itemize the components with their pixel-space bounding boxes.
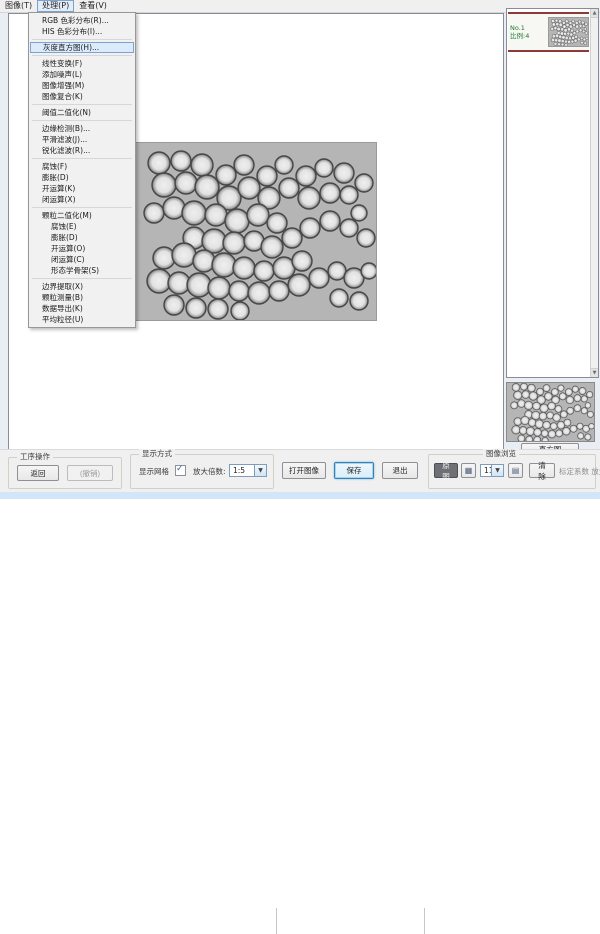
process-menu-dropdown: RGB 色彩分布(R)...HIS 色彩分布(I)... 灰度直方图(H)... 线…	[28, 12, 136, 328]
scroll-up-icon[interactable]: ▲	[591, 9, 598, 18]
menu-item-7[interactable]: 图像增强(M)	[29, 80, 135, 91]
grid-view-button[interactable]: ▦	[461, 463, 476, 478]
chevron-down-icon[interactable]: ▼	[254, 465, 266, 476]
toolbar-divider	[276, 908, 277, 934]
menu-separator	[32, 158, 132, 159]
chevron-down-icon[interactable]: ▼	[491, 465, 503, 476]
particle-image-svg	[134, 143, 376, 320]
preview-thumbnail[interactable]	[506, 382, 595, 442]
browse-groupbox: 图像浏览 原图 ▦ 11 ▼ ▤ 清除 标定系数 放大 缩小 适中	[428, 454, 596, 489]
menu-item-19[interactable]: 闭运算(X)	[29, 194, 135, 205]
browse-group-label: 图像浏览	[483, 449, 519, 459]
thumbnail-item-image	[548, 17, 589, 47]
image-view-button[interactable]: ▤	[508, 463, 523, 478]
menu-item-3[interactable]: 灰度直方图(H)...	[30, 42, 134, 53]
back-button[interactable]: 返回	[17, 465, 59, 481]
menu-separator	[32, 207, 132, 208]
menu-process[interactable]: 处理(P)	[37, 0, 74, 12]
thumbnail-item-caption: No.1 比例:4	[508, 24, 548, 40]
zoom-value: 1:5	[233, 466, 245, 475]
thumbnail-list-item-selected[interactable]: No.1 比例:4	[508, 12, 589, 52]
menu-item-12[interactable]: 边缘检测(B)...	[29, 123, 135, 134]
grid-checkbox-label: 显示网格	[139, 466, 169, 477]
menu-item-18[interactable]: 开运算(K)	[29, 183, 135, 194]
microscopy-image	[133, 142, 377, 321]
menu-separator	[32, 39, 132, 40]
menu-item-10[interactable]: 阈值二值化(N)	[29, 107, 135, 118]
thumbnail-list: No.1 比例:4 ▲ ▼	[506, 8, 599, 378]
menu-separator	[32, 55, 132, 56]
browse-tags: 标定系数 放大 缩小 适中	[559, 466, 600, 477]
menu-item-31[interactable]: 平均粒径(U)	[29, 314, 135, 325]
menu-item-30[interactable]: 数据导出(K)	[29, 303, 135, 314]
display-groupbox: 显示方式 显示网格 放大倍数: 1:5 ▼	[130, 454, 274, 489]
menu-view[interactable]: 查看(V)	[74, 0, 112, 12]
menu-item-16[interactable]: 腐蚀(F)	[29, 161, 135, 172]
count-spinner[interactable]: 11 ▼	[480, 464, 504, 477]
thumbnail-list-scrollbar[interactable]: ▲ ▼	[590, 9, 598, 377]
menu-item-29[interactable]: 颗粒测量(B)	[29, 292, 135, 303]
thumbnail-item-line1: No.1	[510, 24, 548, 32]
zoom-label: 放大倍数:	[193, 466, 226, 477]
app-window: 图像(T) 处理(P) 查看(V) RGB 色彩分布(R)...HIS 色彩分布…	[0, 0, 600, 499]
bottom-toolbar: 工序操作 返回 (撤销) 显示方式 显示网格 放大倍数: 1:5 ▼ 打开图像 …	[0, 449, 600, 493]
menu-item-14[interactable]: 锐化滤波(R)...	[29, 145, 135, 156]
menu-image[interactable]: 图像(T)	[0, 0, 37, 12]
menu-item-28[interactable]: 边界提取(X)	[29, 281, 135, 292]
menu-item-1[interactable]: HIS 色彩分布(I)...	[29, 26, 135, 37]
menu-item-25[interactable]: 闭运算(C)	[29, 254, 135, 265]
menu-item-21[interactable]: 颗粒二值化(M)	[29, 210, 135, 221]
menu-item-24[interactable]: 开运算(O)	[29, 243, 135, 254]
zoom-combobox[interactable]: 1:5 ▼	[229, 464, 267, 477]
grid-checkbox[interactable]	[175, 465, 186, 476]
original-image-button[interactable]: 原图	[434, 463, 458, 478]
menu-item-6[interactable]: 添加噪声(L)	[29, 69, 135, 80]
menu-separator	[32, 278, 132, 279]
toolbar-divider	[424, 908, 425, 934]
menu-separator	[32, 120, 132, 121]
exit-button[interactable]: 退出	[382, 462, 418, 479]
step-groupbox: 工序操作 返回 (撤销)	[8, 457, 122, 489]
open-image-button[interactable]: 打开图像	[282, 462, 326, 479]
thumbnail-item-line2: 比例:4	[510, 32, 548, 40]
window-bottom-strip	[0, 492, 600, 499]
menu-separator	[32, 104, 132, 105]
menu-item-5[interactable]: 线性变换(F)	[29, 58, 135, 69]
clear-button[interactable]: 清除	[529, 463, 555, 478]
menu-item-17[interactable]: 膨胀(D)	[29, 172, 135, 183]
display-group-label: 显示方式	[139, 449, 175, 459]
menu-item-13[interactable]: 平滑滤波(J)...	[29, 134, 135, 145]
save-button[interactable]: 保存	[334, 462, 374, 479]
menu-item-26[interactable]: 形态学骨架(S)	[29, 265, 135, 276]
menu-item-23[interactable]: 膨胀(D)	[29, 232, 135, 243]
undo-button[interactable]: (撤销)	[67, 465, 113, 481]
menu-item-22[interactable]: 腐蚀(E)	[29, 221, 135, 232]
grid-icon: ▦	[465, 467, 473, 475]
step-group-label: 工序操作	[17, 452, 53, 462]
menu-item-8[interactable]: 图像复合(K)	[29, 91, 135, 102]
scroll-down-icon[interactable]: ▼	[591, 368, 598, 377]
menu-item-0[interactable]: RGB 色彩分布(R)...	[29, 15, 135, 26]
image-icon: ▤	[512, 467, 520, 475]
